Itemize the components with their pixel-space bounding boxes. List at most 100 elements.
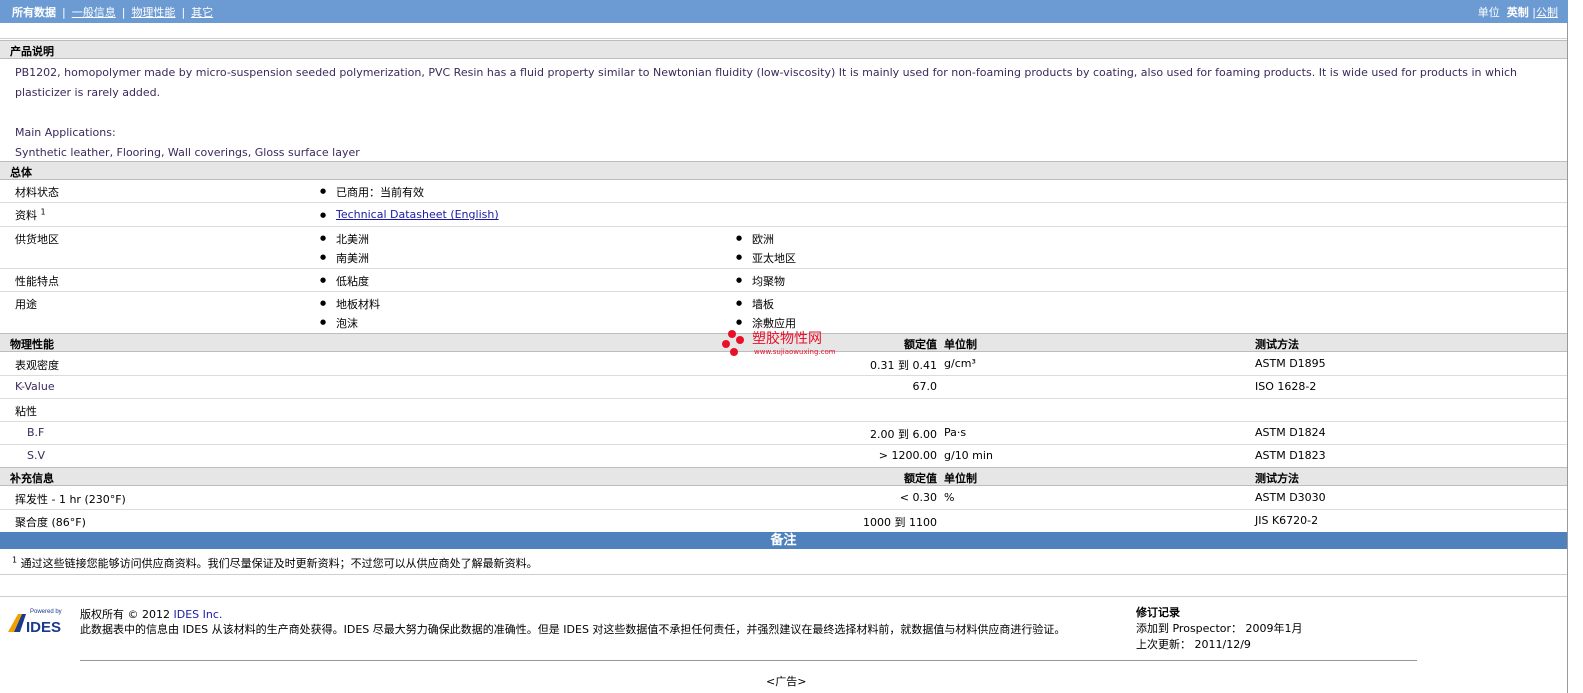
property-unit: g/cm³ xyxy=(944,357,976,370)
note-body: 通过这些链接您能够访问供应商资料。我们尽量保证及时更新资料；不过您可以从供应商处… xyxy=(20,557,538,570)
disclaimer-text: 此数据表中的信息由 IDES 从该材料的生产商处获得。IDES 尽最大努力确保此… xyxy=(80,623,1066,636)
row-status: 材料状态 已商用：当前有效 xyxy=(0,180,1567,203)
test-method: ASTM D1824 xyxy=(1255,426,1326,439)
region-label: 供货地区 xyxy=(15,233,59,246)
row-docs: 资料 1 Technical Datasheet (English) xyxy=(0,203,1567,227)
test-method: JIS K6720-2 xyxy=(1255,514,1319,527)
use-item: 泡沫 xyxy=(320,315,358,331)
property-value: 2.00 到 6.00 xyxy=(870,428,937,441)
unit-switch: 单位 英制 |公制 xyxy=(1477,6,1558,19)
ad-divider xyxy=(80,660,1417,661)
status-value: 已商用：当前有效 xyxy=(320,184,424,200)
use-item: 地板材料 xyxy=(320,296,380,312)
copyright-text: 版权所有 © 2012 xyxy=(80,608,170,621)
divider xyxy=(0,574,1567,575)
col-value-header: 额定值 xyxy=(904,472,937,485)
watermark-text: 塑胶物性网 xyxy=(752,331,822,347)
table-row: 粘性 xyxy=(0,399,1567,422)
section-title: 产品说明 xyxy=(10,45,54,58)
property-label: 表观密度 xyxy=(15,359,59,372)
property-label: 挥发性 - 1 hr (230°F) xyxy=(15,493,126,506)
description-text: PB1202, homopolymer made by micro-suspen… xyxy=(15,66,1518,99)
nav-all-data[interactable]: 所有数据 xyxy=(12,6,56,19)
revision-title: 修订记录 xyxy=(1136,606,1180,619)
nav-other[interactable]: 其它 xyxy=(191,6,213,19)
top-nav-bar: 所有数据 | 一般信息 | 物理性能 | 其它 单位 英制 |公制 xyxy=(0,0,1568,23)
property-label: 聚合度 (86°F) xyxy=(15,516,86,529)
applications-list: Synthetic leather, Flooring, Wall coveri… xyxy=(15,146,360,159)
col-unit-header: 单位制 xyxy=(944,472,977,485)
property-label: S.V xyxy=(27,449,46,462)
table-row: S.V > 1200.00 g/10 min ASTM D1823 xyxy=(0,445,1567,467)
status-label: 材料状态 xyxy=(15,186,59,199)
region-item: 欧洲 xyxy=(736,231,774,247)
property-value: 1000 到 1100 xyxy=(863,516,937,529)
region-item: 北美洲 xyxy=(320,231,369,247)
table-row: 聚合度 (86°F) 1000 到 1100 JIS K6720-2 xyxy=(0,510,1567,532)
added-label: 添加到 Prospector： xyxy=(1136,622,1243,635)
watermark-url: www.sujiaowuxing.com xyxy=(754,348,836,356)
col-method-header: 测试方法 xyxy=(1255,472,1299,485)
section-title: 总体 xyxy=(10,166,32,179)
test-method: ASTM D1895 xyxy=(1255,357,1326,370)
note-sup: 1 xyxy=(12,555,18,565)
property-value: 0.31 到 0.41 xyxy=(870,359,937,372)
logo-powered-by: Powered by xyxy=(30,609,62,615)
property-label: 粘性 xyxy=(15,405,37,418)
property-unit: g/10 min xyxy=(944,449,993,462)
uses-label: 用途 xyxy=(15,298,37,311)
features-label: 性能特点 xyxy=(15,275,59,288)
property-value: 67.0 xyxy=(912,380,938,393)
section-title: 补充信息 xyxy=(10,472,54,485)
property-label: B.F xyxy=(27,426,45,439)
divider xyxy=(0,38,1567,39)
region-item: 南美洲 xyxy=(320,250,369,266)
table-row: 挥发性 - 1 hr (230°F) < 0.30 % ASTM D3030 xyxy=(0,487,1567,510)
updated-value: 2011/12/9 xyxy=(1194,638,1251,651)
units-english[interactable]: 英制 xyxy=(1507,6,1529,19)
logo-text: IDES xyxy=(26,619,61,634)
note-text: 1 通过这些链接您能够访问供应商资料。我们尽量保证及时更新资料；不过您可以从供应… xyxy=(12,555,538,571)
datasheet-item: Technical Datasheet (English) xyxy=(320,208,499,221)
table-row: K-Value 67.0 ISO 1628-2 xyxy=(0,376,1567,399)
ad-label: <广告> xyxy=(766,675,807,688)
col-method-header: 测试方法 xyxy=(1255,338,1299,351)
product-description: PB1202, homopolymer made by micro-suspen… xyxy=(15,63,1560,163)
units-metric[interactable]: 公制 xyxy=(1536,6,1558,19)
section-title: 物理性能 xyxy=(10,338,54,351)
watermark: 塑胶物性网 www.sujiaowuxing.com xyxy=(722,328,852,360)
test-method: ISO 1628-2 xyxy=(1255,380,1317,393)
col-value-header: 额定值 xyxy=(904,338,937,351)
ides-link[interactable]: IDES Inc. xyxy=(174,608,223,621)
units-label: 单位 xyxy=(1477,6,1500,19)
row-features: 性能特点 低粘度 均聚物 xyxy=(0,269,1567,292)
section-nav: 所有数据 | 一般信息 | 物理性能 | 其它 xyxy=(12,6,214,19)
test-method: ASTM D3030 xyxy=(1255,491,1326,504)
property-unit: Pa·s xyxy=(944,426,967,439)
nav-physical[interactable]: 物理性能 xyxy=(131,6,175,19)
product-desc-header: 产品说明 xyxy=(0,40,1567,59)
docs-label: 资料 1 xyxy=(15,207,46,222)
nav-general-info[interactable]: 一般信息 xyxy=(72,6,116,19)
table-row: B.F 2.00 到 6.00 Pa·s ASTM D1824 xyxy=(0,422,1567,445)
datasheet-link[interactable]: Technical Datasheet (English) xyxy=(336,208,499,221)
test-method: ASTM D1823 xyxy=(1255,449,1326,462)
use-item: 墙板 xyxy=(736,296,774,312)
notes-header: 备注 xyxy=(0,532,1567,549)
ides-logo[interactable]: Powered by IDES xyxy=(8,606,70,636)
feature-item: 低粘度 xyxy=(320,273,369,289)
region-item: 亚太地区 xyxy=(736,250,796,266)
updated-label: 上次更新： xyxy=(1136,638,1191,651)
property-value: < 0.30 xyxy=(899,491,937,504)
property-unit: % xyxy=(944,491,955,504)
property-label: K-Value xyxy=(15,380,55,393)
property-value: > 1200.00 xyxy=(878,449,937,462)
revision-block: 修订记录 添加到 Prospector： 2009年1月 上次更新： 2011/… xyxy=(1136,605,1303,653)
general-header: 总体 xyxy=(0,161,1567,180)
row-regions: 供货地区 北美洲 欧洲 南美洲 亚太地区 xyxy=(0,227,1567,269)
applications-label: Main Applications: xyxy=(15,126,116,139)
col-unit-header: 单位制 xyxy=(944,338,977,351)
copyright-block: 版权所有 © 2012 IDES Inc. 此数据表中的信息由 IDES 从该材… xyxy=(80,607,1065,637)
supplemental-header: 补充信息 额定值 单位制 测试方法 xyxy=(0,467,1567,486)
added-value: 2009年1月 xyxy=(1245,622,1303,635)
